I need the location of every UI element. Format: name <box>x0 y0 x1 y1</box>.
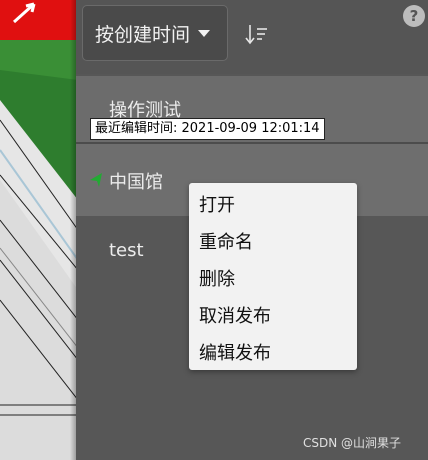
help-icon[interactable]: ? <box>403 5 425 27</box>
watermark: CSDN @山涧果子 <box>303 436 402 450</box>
3d-viewport[interactable] <box>0 0 78 460</box>
menu-item-rename[interactable]: 重命名 <box>199 228 253 254</box>
list-item-label: test <box>109 240 144 261</box>
list-item-label: 中国馆 <box>109 172 163 193</box>
panel-toolbar: 按创建时间 ? <box>76 0 428 74</box>
chevron-down-icon <box>198 29 211 37</box>
sort-select[interactable]: 按创建时间 <box>82 5 228 61</box>
scene-preview <box>0 0 78 460</box>
context-menu: 打开 重命名 删除 取消发布 编辑发布 <box>189 183 357 370</box>
menu-item-unpublish[interactable]: 取消发布 <box>199 302 271 328</box>
edit-time-tooltip: 最近编辑时间: 2021-09-09 12:01:14 <box>90 118 325 140</box>
menu-item-delete[interactable]: 删除 <box>199 265 235 291</box>
menu-item-open[interactable]: 打开 <box>199 191 235 217</box>
sort-descending-icon[interactable] <box>244 22 270 46</box>
menu-item-edit-publish[interactable]: 编辑发布 <box>199 339 271 365</box>
published-flag-icon <box>90 173 102 187</box>
sort-select-value: 按创建时间 <box>95 23 191 46</box>
